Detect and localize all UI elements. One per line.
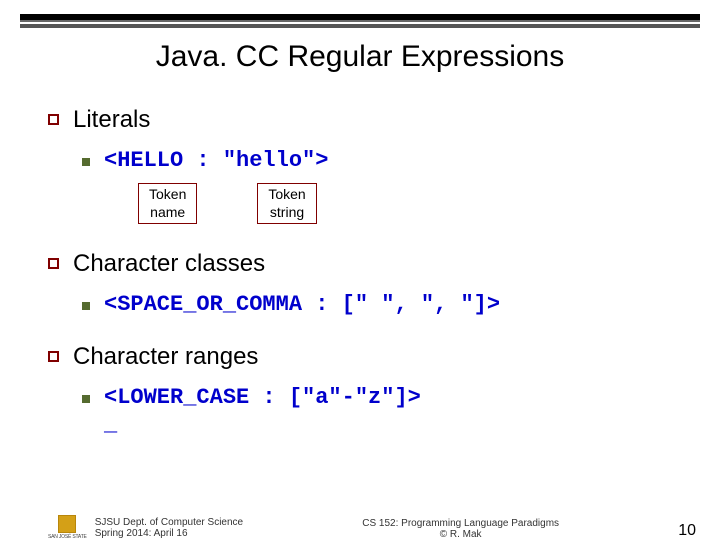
- bullet-fill-icon: [82, 395, 90, 403]
- bullet-charclasses: Character classes: [48, 250, 672, 278]
- section-heading: Character ranges: [73, 343, 258, 371]
- logo-square-icon: [58, 515, 76, 533]
- footer-left-text: SJSU Dept. of Computer Science Spring 20…: [95, 517, 243, 539]
- bullet-charranges: Character ranges: [48, 343, 672, 371]
- bullet-fill-icon: [82, 158, 90, 166]
- slide: Java. CC Regular Expressions Literals <H…: [0, 14, 720, 554]
- code-literal: <HELLO : "hello">: [104, 148, 328, 173]
- footer: SAN JOSÉ STATE SJSU Dept. of Computer Sc…: [0, 515, 720, 540]
- code-charrange: <LOWER_CASE : ["a"-"z"]>: [104, 385, 421, 410]
- annotation-token-string: Token string: [257, 183, 316, 224]
- annotation-row: Token name Token string: [138, 183, 672, 224]
- footer-copyright: © R. Mak: [243, 529, 678, 540]
- decorative-mid-bar: [20, 24, 700, 28]
- footer-dept: SJSU Dept. of Computer Science: [95, 517, 243, 528]
- bullet-open-icon: [48, 351, 59, 362]
- code-charclass: <SPACE_OR_COMMA : [" ", ", "]>: [104, 292, 500, 317]
- footer-middle: CS 152: Programming Language Paradigms ©…: [243, 518, 678, 540]
- bullet-fill-icon: [82, 302, 90, 310]
- footer-course: CS 152: Programming Language Paradigms: [243, 518, 678, 529]
- page-number: 10: [678, 522, 696, 540]
- section-heading: Character classes: [73, 250, 265, 278]
- annotation-token-name: Token name: [138, 183, 197, 224]
- sjsu-logo: SAN JOSÉ STATE: [48, 515, 87, 540]
- underscore-mark: _: [104, 412, 672, 437]
- annotation-text: Token string: [268, 186, 305, 220]
- slide-title: Java. CC Regular Expressions: [0, 40, 720, 74]
- footer-left: SAN JOSÉ STATE SJSU Dept. of Computer Sc…: [48, 515, 243, 540]
- sub-bullet: <HELLO : "hello">: [82, 148, 672, 173]
- footer-date: Spring 2014: April 16: [95, 528, 243, 539]
- bullet-literals: Literals: [48, 106, 672, 134]
- decorative-top-bar: [20, 14, 700, 22]
- section-heading: Literals: [73, 106, 150, 134]
- bullet-open-icon: [48, 114, 59, 125]
- slide-content: Literals <HELLO : "hello"> Token name To…: [0, 74, 720, 437]
- sub-bullet: <SPACE_OR_COMMA : [" ", ", "]>: [82, 292, 672, 317]
- bullet-open-icon: [48, 258, 59, 269]
- annotation-text: Token name: [149, 186, 186, 220]
- logo-text: SAN JOSÉ STATE: [48, 534, 87, 540]
- sub-bullet: <LOWER_CASE : ["a"-"z"]>: [82, 385, 672, 410]
